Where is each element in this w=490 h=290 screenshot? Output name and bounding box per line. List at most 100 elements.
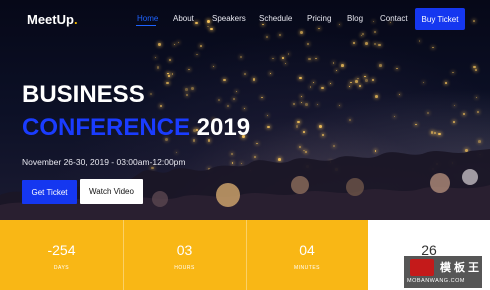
bokeh-light bbox=[452, 120, 455, 123]
bokeh-light bbox=[378, 43, 381, 46]
bokeh-light bbox=[339, 105, 341, 107]
bokeh-light bbox=[159, 104, 163, 107]
bokeh-light bbox=[359, 84, 362, 87]
event-date: November 26-30, 2019 - 03:00am-12:00pm bbox=[22, 157, 186, 167]
bokeh-light bbox=[320, 86, 324, 90]
hero-title-highlight: CONFERENCE bbox=[22, 114, 191, 141]
bokeh-light bbox=[476, 111, 479, 114]
buy-ticket-button[interactable]: Buy Ticket bbox=[415, 8, 465, 30]
bokeh-light bbox=[185, 88, 188, 91]
bokeh-light bbox=[173, 44, 176, 46]
bokeh-light bbox=[191, 86, 194, 90]
countdown-days-value: -254 bbox=[47, 242, 76, 258]
bokeh-light bbox=[150, 93, 152, 95]
bokeh-light bbox=[364, 75, 366, 78]
bokeh-light bbox=[218, 99, 220, 101]
bokeh-light bbox=[243, 107, 246, 110]
watermark-logo-icon bbox=[410, 259, 434, 276]
nav-item-pricing[interactable]: Pricing bbox=[307, 14, 331, 23]
counter-divider bbox=[246, 220, 247, 290]
bokeh-light bbox=[167, 72, 170, 75]
bokeh-light bbox=[316, 104, 318, 106]
counter-divider bbox=[123, 220, 124, 290]
hero-title-line2: CONFERENCE 2019 bbox=[22, 115, 250, 141]
nav-item-blog[interactable]: Blog bbox=[347, 14, 363, 23]
bokeh-light bbox=[472, 65, 476, 69]
bokeh-light bbox=[476, 97, 478, 99]
bokeh-light bbox=[300, 102, 302, 104]
bokeh-light bbox=[365, 79, 369, 83]
bokeh-light bbox=[223, 79, 226, 82]
bokeh-light bbox=[236, 91, 238, 93]
bokeh-light bbox=[307, 43, 310, 46]
bokeh-light bbox=[349, 119, 352, 122]
bokeh-light bbox=[154, 56, 156, 59]
bokeh-light bbox=[422, 81, 425, 83]
countdown-minutes: 04 MINUTES bbox=[246, 220, 368, 290]
watermark-url: MOBANWANG.COM bbox=[407, 278, 465, 284]
bokeh-light bbox=[269, 72, 271, 74]
bokeh-light bbox=[281, 57, 284, 60]
watermark: 模板王 MOBANWANG.COM bbox=[404, 256, 482, 288]
bokeh-light bbox=[454, 105, 456, 107]
countdown-hours-value: 03 bbox=[176, 242, 193, 258]
bokeh-light bbox=[177, 41, 180, 43]
bokeh-light bbox=[227, 104, 230, 108]
bokeh-light bbox=[297, 120, 300, 124]
bokeh-light bbox=[188, 69, 190, 71]
bokeh-light bbox=[156, 66, 159, 69]
bokeh-light bbox=[462, 112, 466, 116]
bokeh-light bbox=[371, 78, 375, 82]
countdown-days-label: DAYS bbox=[53, 265, 70, 271]
nav-item-speakers[interactable]: Speakers bbox=[212, 14, 246, 23]
bokeh-light bbox=[196, 53, 199, 56]
bokeh-light bbox=[379, 64, 382, 67]
bokeh-light bbox=[329, 83, 331, 85]
bokeh-light bbox=[355, 80, 358, 83]
nav-item-contact[interactable]: Contact bbox=[380, 14, 408, 23]
bokeh-light bbox=[396, 67, 398, 70]
bokeh-light bbox=[399, 93, 401, 96]
bokeh-light bbox=[200, 45, 203, 47]
bokeh-light bbox=[169, 58, 172, 61]
bokeh-light bbox=[352, 41, 355, 44]
bokeh-light bbox=[285, 62, 287, 64]
bokeh-light bbox=[375, 94, 378, 98]
bokeh-light bbox=[186, 94, 189, 97]
bokeh-light bbox=[292, 102, 295, 105]
nav-item-about[interactable]: About bbox=[173, 14, 194, 23]
get-ticket-button[interactable]: Get Ticket bbox=[22, 180, 77, 204]
bokeh-light bbox=[374, 43, 377, 46]
top-navigation: MeetUp. Home About Speakers Schedule Pri… bbox=[0, 0, 490, 38]
countdown-days: -254 DAYS bbox=[0, 220, 123, 290]
bokeh-light bbox=[393, 115, 396, 118]
bokeh-light bbox=[305, 103, 308, 106]
bokeh-light bbox=[349, 86, 351, 88]
bokeh-light bbox=[158, 43, 161, 46]
bokeh-light bbox=[314, 57, 317, 60]
bokeh-light bbox=[171, 73, 174, 75]
bokeh-light bbox=[167, 75, 170, 78]
bokeh-light bbox=[474, 68, 477, 71]
bokeh-light bbox=[452, 71, 454, 74]
bokeh-light bbox=[232, 98, 235, 101]
bokeh-light bbox=[340, 64, 344, 67]
hero-title-line1: BUSINESS bbox=[22, 81, 145, 108]
bokeh-light bbox=[267, 114, 269, 116]
bokeh-light bbox=[308, 57, 311, 61]
nav-item-home[interactable]: Home bbox=[137, 14, 158, 23]
bokeh-light bbox=[335, 69, 338, 71]
watch-video-button[interactable]: Watch Video bbox=[80, 179, 143, 204]
countdown-hours: 03 HOURS bbox=[123, 220, 246, 290]
brand-logo[interactable]: MeetUp. bbox=[27, 12, 78, 27]
countdown-minutes-value: 04 bbox=[299, 242, 315, 258]
bokeh-light bbox=[432, 46, 434, 49]
countdown-hours-label: HOURS bbox=[174, 265, 195, 271]
bokeh-light bbox=[312, 82, 314, 84]
bokeh-light bbox=[332, 61, 335, 64]
hero-title-year: 2019 bbox=[190, 114, 251, 141]
bokeh-light bbox=[272, 57, 274, 60]
bokeh-light bbox=[357, 77, 359, 79]
nav-item-schedule[interactable]: Schedule bbox=[259, 14, 292, 23]
bokeh-light bbox=[252, 77, 256, 81]
